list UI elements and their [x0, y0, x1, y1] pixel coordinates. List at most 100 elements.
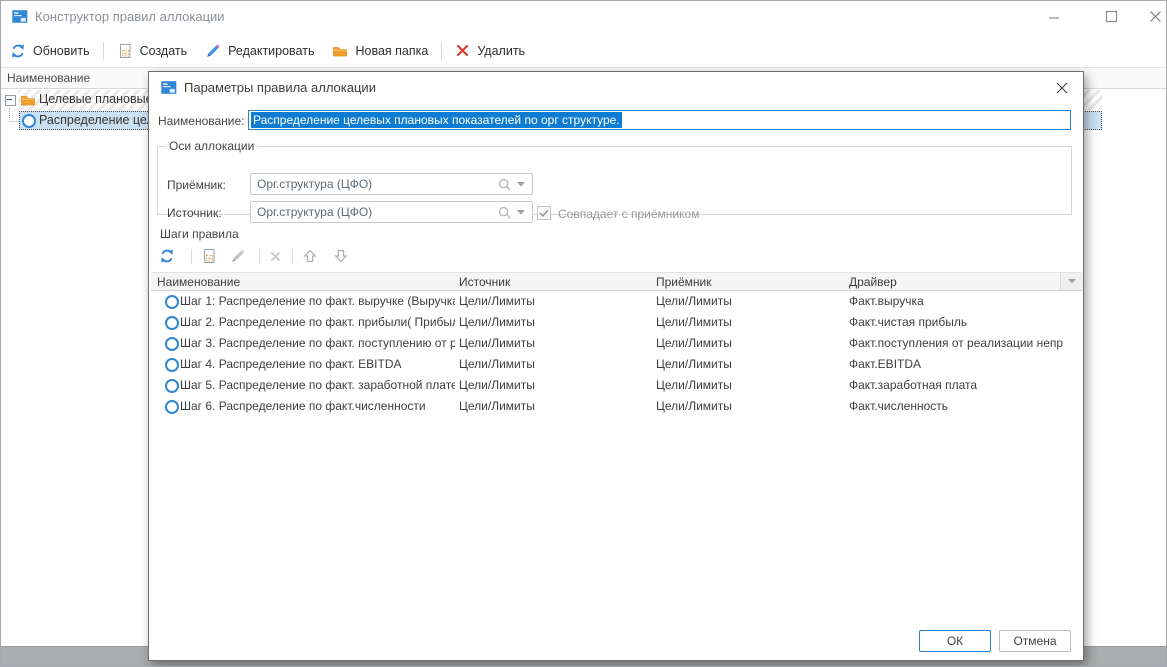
receiver-label: Приёмник:: [167, 178, 226, 192]
maximize-button[interactable]: [1094, 1, 1128, 31]
step-name: Шаг 5. Распределение по факт. заработной…: [180, 378, 455, 392]
folder-icon: [20, 92, 36, 108]
step-receiver: Цели/Лимиты: [656, 399, 841, 413]
tree-folder-label: Целевые плановые п: [39, 92, 163, 106]
new-folder-button[interactable]: Новая папка: [323, 38, 437, 64]
arrow-up-icon: [303, 249, 317, 263]
column-header-driver[interactable]: Драйвер: [849, 275, 897, 289]
step-source: Цели/Лимиты: [459, 336, 644, 350]
steps-refresh-button[interactable]: [158, 247, 176, 265]
step-source: Цели/Лимиты: [459, 294, 644, 308]
source-combo[interactable]: Орг.структура (ЦФО): [250, 201, 533, 223]
step-name: Шаг 6. Распределение по факт.численности: [180, 399, 455, 413]
refresh-button[interactable]: Обновить: [1, 38, 99, 64]
search-icon[interactable]: [498, 206, 511, 219]
step-name: Шаг 3. Распределение по факт. поступлени…: [180, 336, 455, 350]
main-toolbar: Обновить Создать Редактировать Новая пап…: [1, 34, 1166, 68]
minimize-icon: [1048, 10, 1060, 22]
step-name: Шаг 1: Распределение по факт. выручке (В…: [180, 294, 455, 308]
step-driver: Факт.заработная плата: [849, 378, 1078, 392]
step-circle-icon: [165, 337, 179, 351]
steps-edit-button-disabled[interactable]: [229, 247, 247, 265]
dialog-icon: [160, 80, 177, 95]
steps-delete-button-disabled[interactable]: [266, 247, 284, 265]
maximize-icon: [1105, 10, 1118, 23]
steps-grid-header: Наименование Источник Приёмник Драйвер: [151, 272, 1082, 291]
name-input[interactable]: Распределение целевых плановых показател…: [248, 110, 1071, 130]
steps-toolbar: [149, 244, 1083, 270]
toolbar-separator: [441, 42, 442, 60]
column-header-name[interactable]: Наименование: [157, 275, 240, 289]
close-icon: [1055, 81, 1069, 95]
steps-add-button[interactable]: [200, 247, 218, 265]
receiver-value: Орг.структура (ЦФО): [251, 177, 498, 191]
pencil-icon: [230, 248, 246, 264]
step-name: Шаг 2. Распределение по факт. прибыли( П…: [180, 315, 455, 329]
table-row[interactable]: Шаг 1: Распределение по факт. выручке (В…: [151, 291, 1082, 312]
new-document-icon: [117, 43, 133, 59]
create-button[interactable]: Создать: [108, 38, 197, 64]
arrow-down-icon: [334, 249, 348, 263]
step-receiver: Цели/Лимиты: [656, 336, 841, 350]
dialog-title: Параметры правила аллокации: [184, 80, 376, 95]
step-driver: Факт.EBITDA: [849, 357, 1078, 371]
table-row[interactable]: Шаг 5. Распределение по факт. заработной…: [151, 375, 1082, 396]
step-circle-icon: [165, 316, 179, 330]
cancel-button[interactable]: Отмена: [999, 630, 1071, 652]
step-source: Цели/Лимиты: [459, 399, 644, 413]
chevron-down-icon: [1068, 279, 1076, 284]
step-circle-icon: [165, 358, 179, 372]
search-icon[interactable]: [498, 178, 511, 191]
step-driver: Факт.численность: [849, 399, 1078, 413]
refresh-icon: [10, 43, 26, 59]
steps-toolbar-separator: [191, 249, 192, 264]
delete-icon: [269, 250, 282, 263]
tree-collapse-toggle[interactable]: [5, 95, 16, 106]
source-value: Орг.структура (ЦФО): [251, 205, 498, 219]
table-row[interactable]: Шаг 6. Распределение по факт.численности…: [151, 396, 1082, 417]
new-document-icon: [201, 248, 217, 264]
axes-legend: Оси аллокации: [165, 139, 258, 153]
step-circle-icon: [165, 379, 179, 393]
grid-filter-button[interactable]: [1060, 273, 1083, 290]
step-circle-icon: [165, 295, 179, 309]
step-circle-icon: [165, 400, 179, 414]
app-icon: [11, 9, 28, 24]
chevron-down-icon[interactable]: [517, 182, 525, 187]
step-receiver: Цели/Лимиты: [656, 315, 841, 329]
receiver-combo[interactable]: Орг.структура (ЦФО): [250, 173, 533, 195]
delete-button[interactable]: Удалить: [446, 38, 534, 64]
chevron-down-icon[interactable]: [517, 210, 525, 215]
column-header-receiver[interactable]: Приёмник: [656, 275, 712, 289]
close-button[interactable]: [1138, 1, 1167, 31]
dialog-close-button[interactable]: [1049, 76, 1075, 100]
step-receiver: Цели/Лимиты: [656, 378, 841, 392]
step-receiver: Цели/Лимиты: [656, 294, 841, 308]
column-header-source[interactable]: Источник: [459, 275, 510, 289]
step-driver: Факт.чистая прибыль: [849, 315, 1078, 329]
edit-label: Редактировать: [228, 44, 314, 58]
match-receiver-checkbox[interactable]: [537, 206, 551, 220]
toolbar-separator: [103, 42, 104, 60]
delete-label: Удалить: [477, 44, 525, 58]
new-folder-label: Новая папка: [355, 44, 428, 58]
ok-button[interactable]: ОК: [919, 630, 991, 652]
minimize-button[interactable]: [1037, 1, 1071, 31]
table-row[interactable]: Шаг 2. Распределение по факт. прибыли( П…: [151, 312, 1082, 333]
table-row[interactable]: Шаг 3. Распределение по факт. поступлени…: [151, 333, 1082, 354]
steps-section-label: Шаги правила: [160, 227, 239, 241]
steps-toolbar-separator: [259, 249, 260, 264]
step-receiver: Цели/Лимиты: [656, 357, 841, 371]
step-name: Шаг 4. Распределение по факт. EBITDA: [180, 357, 455, 371]
steps-move-down-button[interactable]: [332, 247, 350, 265]
table-row[interactable]: Шаг 4. Распределение по факт. EBITDA Цел…: [151, 354, 1082, 375]
source-label: Источник:: [167, 206, 222, 220]
edit-button[interactable]: Редактировать: [196, 38, 323, 64]
allocation-axes-group: Оси аллокации Приёмник: Орг.структура (Ц…: [157, 139, 1072, 215]
step-source: Цели/Лимиты: [459, 315, 644, 329]
pencil-icon: [205, 43, 221, 59]
create-label: Создать: [140, 44, 188, 58]
step-source: Цели/Лимиты: [459, 357, 644, 371]
steps-move-up-button[interactable]: [301, 247, 319, 265]
steps-toolbar-separator: [292, 249, 293, 264]
